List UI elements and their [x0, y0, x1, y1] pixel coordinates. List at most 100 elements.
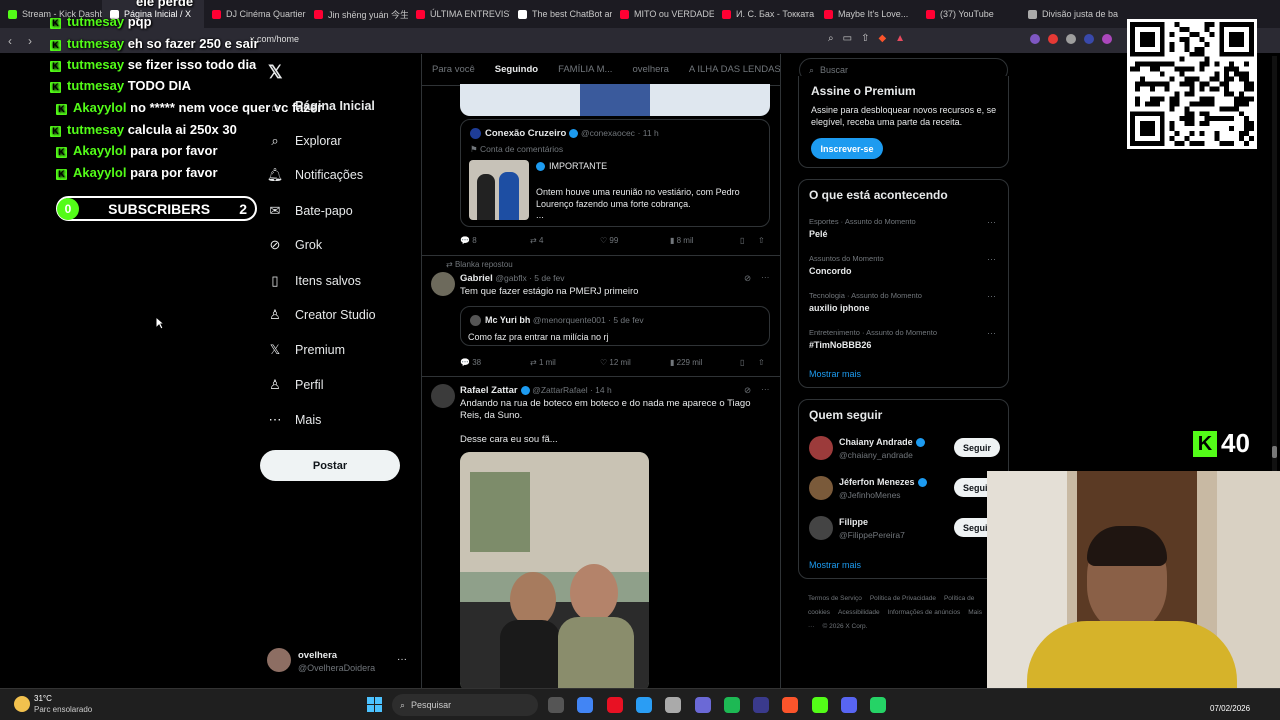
- zoom-icon[interactable]: ⌕: [828, 33, 834, 44]
- kick-icon[interactable]: [811, 697, 828, 713]
- feed-tab[interactable]: A ILHA DAS LENDAS: [679, 64, 780, 75]
- avatar[interactable]: [809, 436, 833, 460]
- footer-link[interactable]: Termos de Serviço: [808, 595, 862, 602]
- feed-tab[interactable]: FAMÍLIA M...: [548, 64, 622, 75]
- quoted-tweet[interactable]: Conexão Cruzeiro @conexaocec · 11 h ⚑ Co…: [460, 119, 770, 227]
- chat-username[interactable]: tutmesay: [67, 57, 124, 72]
- extension-icon[interactable]: [1084, 34, 1094, 44]
- repost-button[interactable]: ⇄ 4: [530, 236, 600, 245]
- extension-icon[interactable]: [1048, 34, 1058, 44]
- chat-username[interactable]: Akayylol: [73, 165, 126, 180]
- browser-tab[interactable]: The best ChatBot ar: [510, 0, 612, 28]
- steam-icon[interactable]: [635, 697, 652, 713]
- trends-show-more[interactable]: Mostrar mais: [809, 369, 861, 379]
- trend-more-icon[interactable]: ···: [987, 291, 996, 301]
- media-image[interactable]: [460, 84, 770, 116]
- extension-icon[interactable]: [1030, 34, 1040, 44]
- nav-item-itens-salvos[interactable]: ▯ Itens salvos: [268, 273, 361, 288]
- taskbar-search[interactable]: ⌕ Pesquisar: [392, 694, 538, 716]
- chat-username[interactable]: tutmesay: [67, 36, 124, 51]
- forward-icon[interactable]: ›: [20, 34, 40, 48]
- grok-icon[interactable]: ⊘: [744, 273, 751, 284]
- avatar[interactable]: [809, 516, 833, 540]
- footer-link[interactable]: Informações de anúncios: [888, 609, 961, 616]
- reply-button[interactable]: 💬 8: [460, 236, 530, 245]
- post-button[interactable]: Postar: [260, 450, 400, 481]
- chat-username[interactable]: Akayylol: [73, 143, 126, 158]
- extension-icon[interactable]: [1066, 34, 1076, 44]
- browser-tab[interactable]: MITO ou VERDADE: [612, 0, 714, 28]
- avatar[interactable]: [809, 476, 833, 500]
- bookmark-icon[interactable]: ▯: [740, 236, 758, 245]
- quoted-tweet[interactable]: Mc Yuri bh @menorquente001 · 5 de fev Co…: [460, 306, 770, 346]
- clock-date[interactable]: 07/02/2026: [1210, 704, 1250, 713]
- task-view-icon[interactable]: [548, 697, 564, 713]
- suggestion-name[interactable]: Filippe: [839, 517, 868, 527]
- nav-item-notifica-es[interactable]: 🔔︎ Notificações: [267, 167, 363, 182]
- browser-tab[interactable]: Divisão justa de ba: [1020, 0, 1122, 28]
- brave-rewards-icon[interactable]: ▲: [895, 33, 905, 44]
- feed-tab[interactable]: ovelhera: [622, 64, 678, 75]
- windows-start-icon[interactable]: [367, 697, 383, 713]
- author-name[interactable]: Rafael Zattar: [460, 385, 518, 396]
- browser-tab[interactable]: Maybe It's Love...: [816, 0, 918, 28]
- like-button[interactable]: ♡ 12 mil: [600, 358, 670, 367]
- bookmark-icon[interactable]: ▯: [740, 358, 758, 367]
- chrome-icon[interactable]: [577, 697, 594, 713]
- views-button[interactable]: ▮ 8 mil: [670, 236, 740, 245]
- nav-item-grok[interactable]: ⊘ Grok: [268, 237, 323, 252]
- reader-icon[interactable]: ▭: [843, 33, 852, 44]
- trend-name[interactable]: #TimNoBBB26: [809, 340, 871, 350]
- settings-icon[interactable]: [665, 697, 682, 713]
- trend-more-icon[interactable]: ···: [987, 217, 996, 227]
- obs-icon[interactable]: [753, 697, 770, 713]
- chat-username[interactable]: Akayylol: [73, 100, 126, 115]
- more-options-icon[interactable]: ···: [761, 384, 770, 394]
- avatar[interactable]: [431, 272, 455, 296]
- nav-item-bate-papo[interactable]: ✉ Bate-papo: [268, 203, 353, 218]
- suggestion-name[interactable]: Chaiany Andrade: [839, 437, 913, 447]
- discord-icon[interactable]: [841, 697, 857, 713]
- nav-item-premium[interactable]: 𝕏 Premium: [268, 342, 345, 357]
- grok-icon[interactable]: ⊘: [744, 385, 751, 396]
- extension-icon[interactable]: [1102, 34, 1112, 44]
- author-name[interactable]: Gabriel: [460, 273, 493, 284]
- avatar[interactable]: [431, 384, 455, 408]
- browser-tab[interactable]: Jin shēng yuán 今生: [306, 0, 408, 28]
- nav-item-mais[interactable]: ⋯ Mais: [268, 412, 322, 427]
- share-icon[interactable]: ⇧: [861, 33, 869, 44]
- spotify-icon[interactable]: [723, 697, 740, 713]
- trend-name[interactable]: Pelé: [809, 229, 828, 239]
- follow-button[interactable]: Seguir: [954, 438, 1000, 457]
- browser-tab[interactable]: DJ Cinéma Quartier: [204, 0, 306, 28]
- more-options-icon[interactable]: ···: [761, 272, 770, 282]
- nav-item-creator-studio[interactable]: ♙ Creator Studio: [268, 307, 375, 322]
- back-icon[interactable]: ‹: [0, 34, 20, 48]
- account-name[interactable]: ovelhera: [298, 650, 337, 661]
- browser-tab[interactable]: ÚLTIMA ENTREVISTA: [408, 0, 510, 28]
- trend-more-icon[interactable]: ···: [987, 254, 996, 264]
- reply-button[interactable]: 💬 38: [460, 358, 530, 367]
- x-logo-icon[interactable]: 𝕏: [268, 62, 283, 83]
- suggestion-name[interactable]: Jéferfon Menezes: [839, 477, 915, 487]
- nav-item-explorar[interactable]: ⌕ Explorar: [268, 133, 341, 148]
- trend-name[interactable]: auxilio iphone: [809, 303, 870, 313]
- account-avatar[interactable]: [267, 648, 291, 672]
- footer-link[interactable]: © 2026 X Corp.: [823, 623, 868, 630]
- trend-more-icon[interactable]: ···: [987, 328, 996, 338]
- brave-shield-icon[interactable]: ◆: [878, 33, 886, 44]
- like-button[interactable]: ♡ 99: [600, 236, 670, 245]
- footer-link[interactable]: Política de Privacidade: [870, 595, 936, 602]
- who-show-more[interactable]: Mostrar mais: [809, 560, 861, 570]
- chat-username[interactable]: tutmesay: [67, 122, 124, 137]
- share-icon[interactable]: ⇧: [758, 358, 765, 367]
- browser-tab[interactable]: И. С. Бах - Токката: [714, 0, 816, 28]
- browser-tab[interactable]: (37) YouTube: [918, 0, 1020, 28]
- repost-button[interactable]: ⇄ 1 mil: [530, 358, 600, 367]
- chat-username[interactable]: tutmesay: [67, 14, 124, 29]
- views-button[interactable]: ▮ 229 mil: [670, 358, 740, 367]
- nav-item-perfil[interactable]: ♙ Perfil: [268, 377, 323, 392]
- feed-tab[interactable]: Seguindo: [485, 64, 548, 75]
- trend-name[interactable]: Concordo: [809, 266, 852, 276]
- weather-temp[interactable]: 31°C: [34, 694, 52, 703]
